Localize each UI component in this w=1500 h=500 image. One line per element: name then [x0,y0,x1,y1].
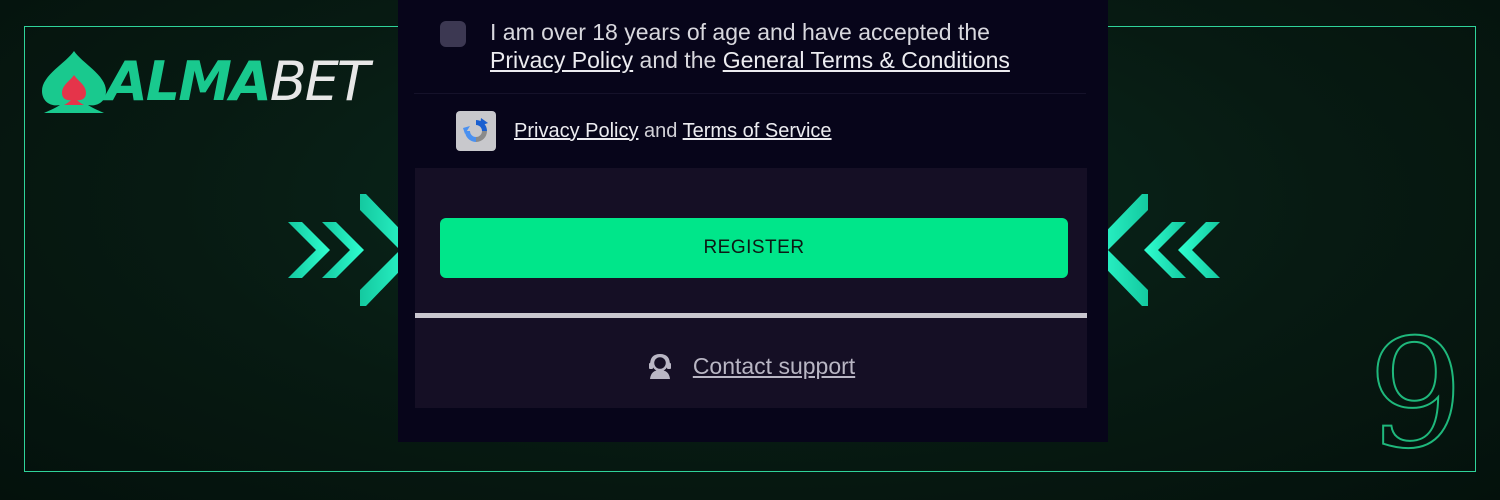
age-consent: I am over 18 years of age and have accep… [438,18,1068,92]
consent-line1: I am over 18 years of age and have accep… [490,19,990,45]
logo-alma-text: ALMA [106,50,272,113]
logo-bet-text: BET [269,50,370,113]
recaptcha-privacy-link[interactable]: Privacy Policy [514,120,638,142]
register-button[interactable]: REGISTER [440,218,1068,278]
registration-panel: I am over 18 years of age and have accep… [398,0,1108,442]
support-agent-icon [647,353,673,379]
contact-support: Contact support [415,346,1087,386]
recaptcha-icon [456,111,496,151]
consent-and-the: and the [639,47,717,73]
recaptcha-text: Privacy Policy and Terms of Service [514,120,832,143]
separator [415,313,1087,318]
privacy-policy-link[interactable]: Privacy Policy [490,47,633,73]
age-consent-checkbox[interactable] [440,21,466,47]
recaptcha-terms-link[interactable]: Terms of Service [683,120,832,142]
register-footer: REGISTER Contact support [415,168,1087,408]
general-terms-link[interactable]: General Terms & Conditions [723,47,1010,73]
recaptcha-and: and [644,119,678,142]
consent-line2: Privacy Policy and the General Terms & C… [490,46,1010,74]
almabet-logo: ALMABET [38,48,370,116]
recaptcha-notice: Privacy Policy and Terms of Service [456,110,832,152]
step-number: 9 [1367,308,1464,482]
divider [414,93,1086,94]
spade-icon [42,51,106,113]
contact-support-link[interactable]: Contact support [693,353,855,380]
age-consent-text: I am over 18 years of age and have accep… [490,18,1010,74]
